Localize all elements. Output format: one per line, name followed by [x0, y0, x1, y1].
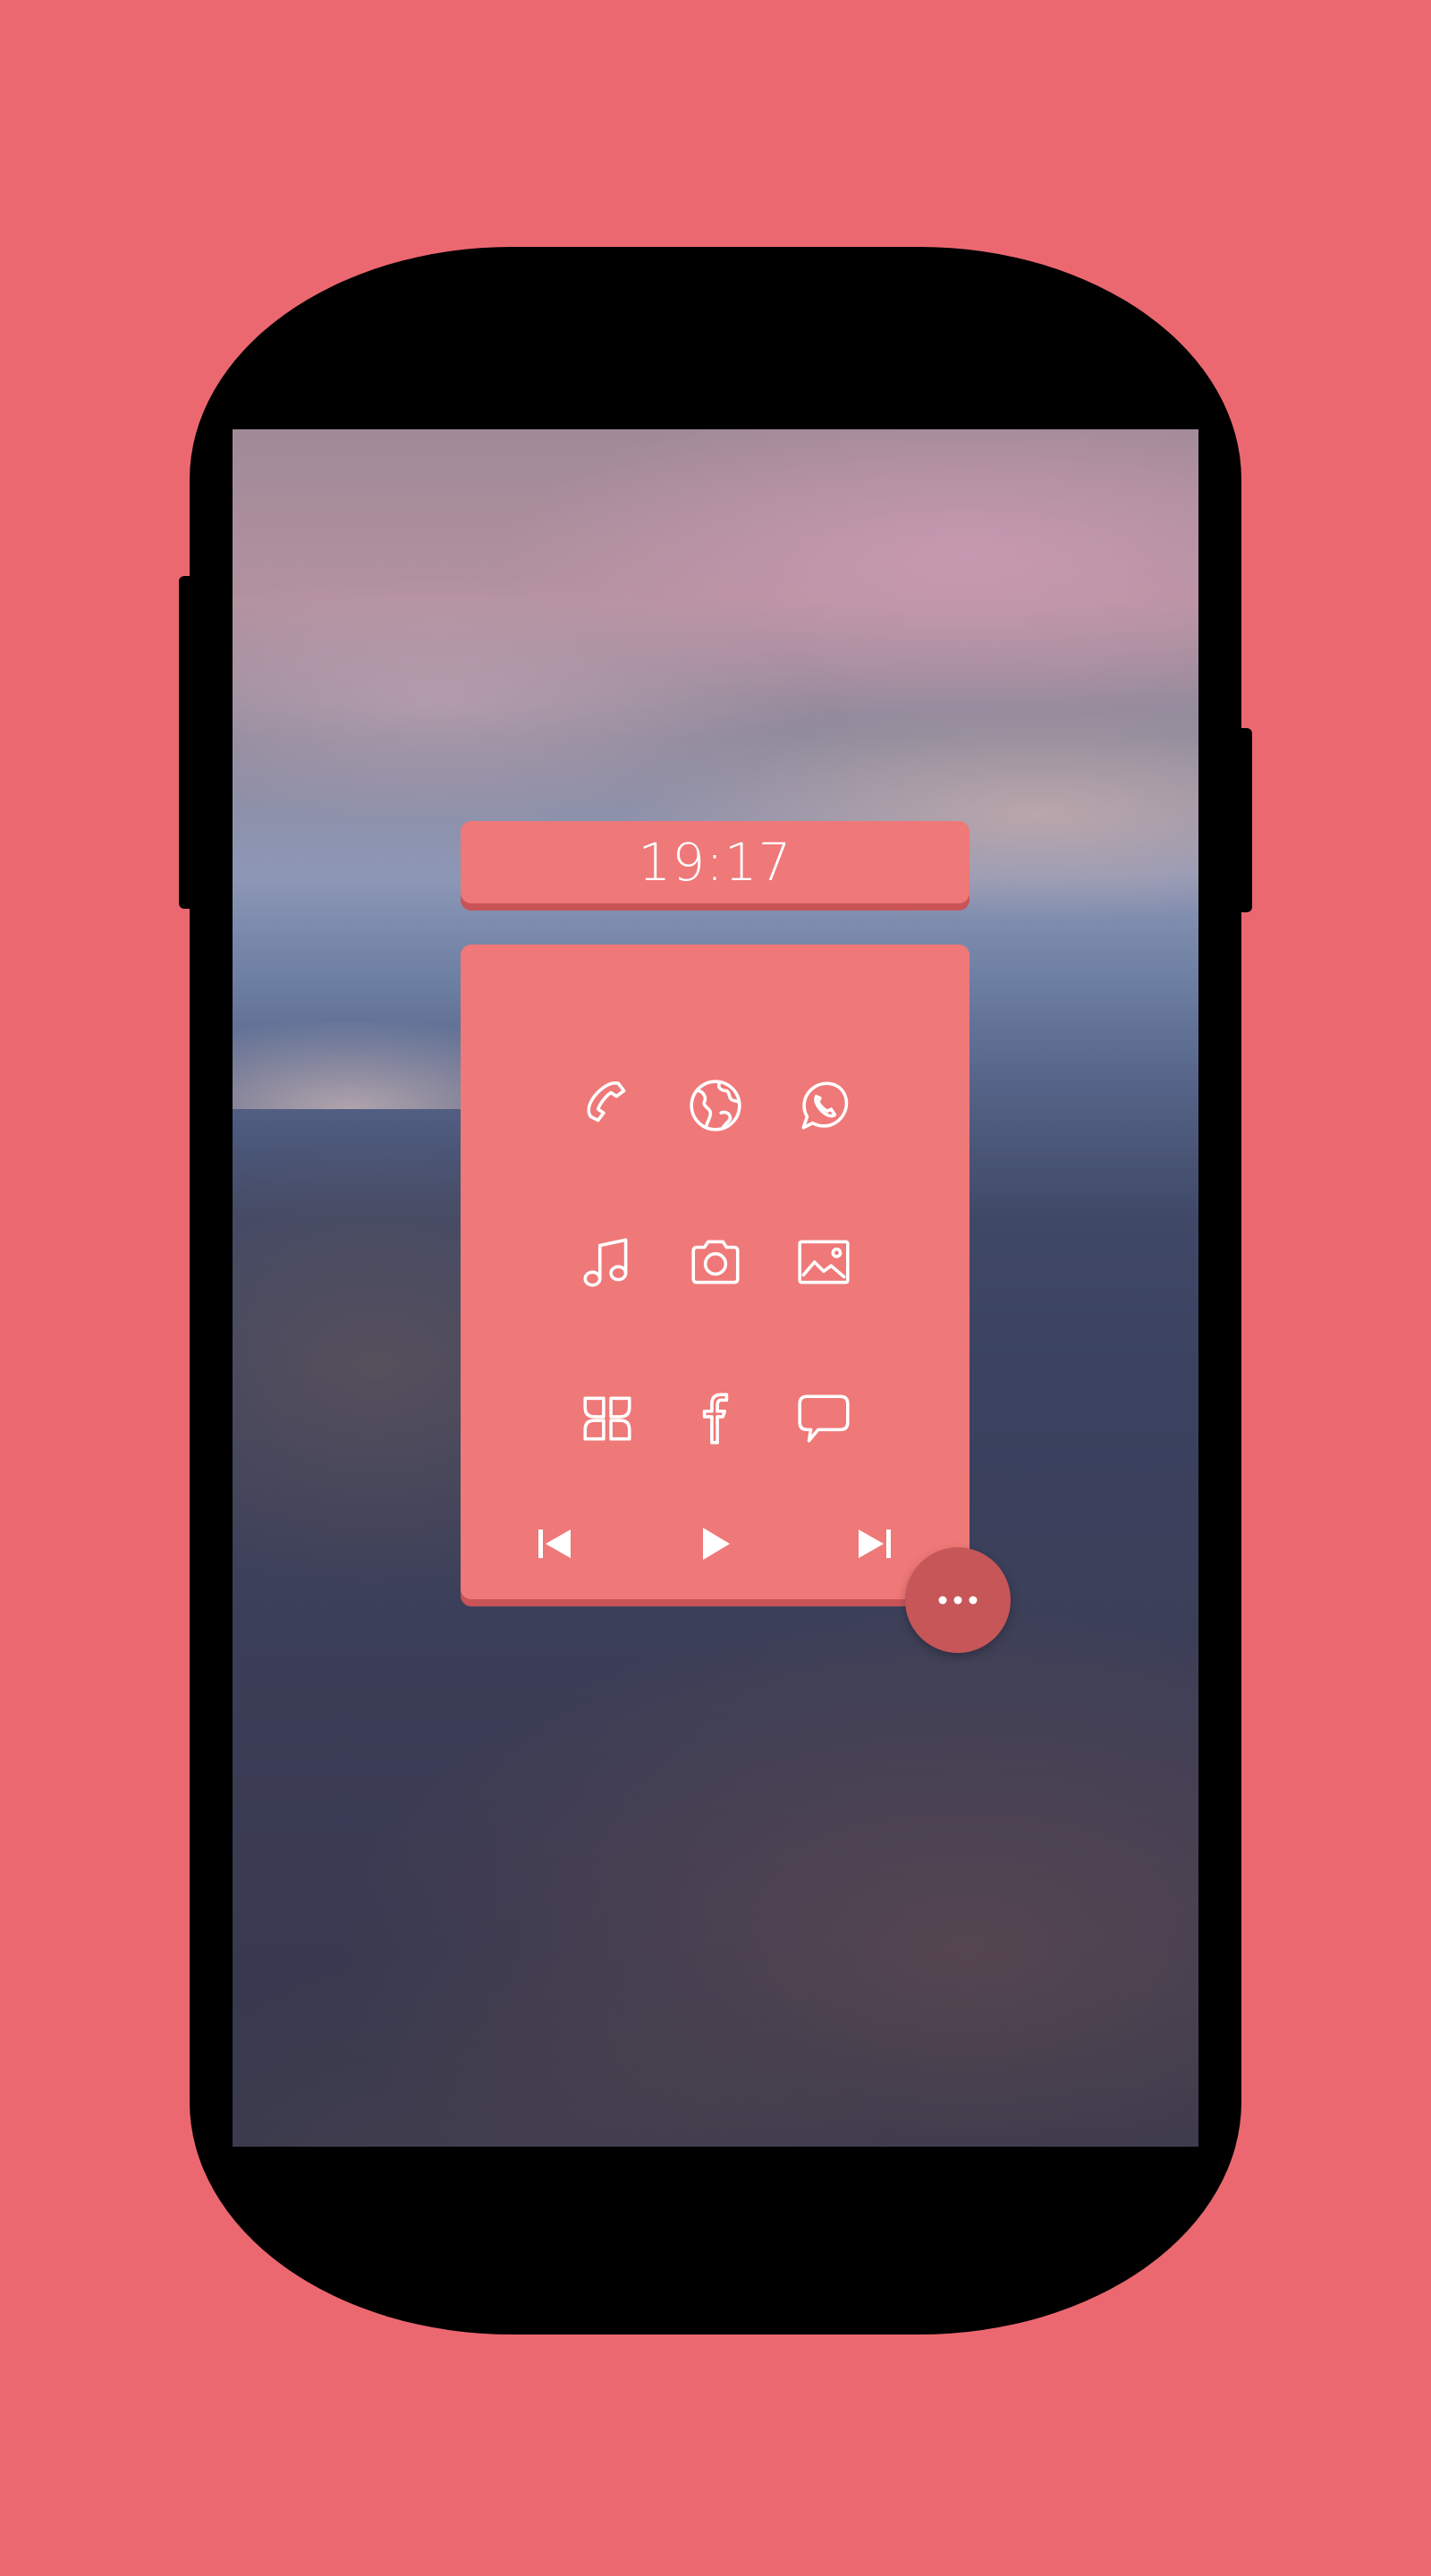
skip-previous-icon: [538, 1530, 571, 1558]
skip-next-icon: [859, 1530, 891, 1558]
facebook-icon: [702, 1393, 729, 1445]
gallery-icon: [798, 1240, 850, 1284]
app-launcher-card: [461, 945, 970, 1599]
app-browser[interactable]: [662, 1052, 769, 1159]
app-music[interactable]: [554, 1208, 661, 1316]
media-play-button[interactable]: [662, 1490, 769, 1597]
app-phone[interactable]: [554, 1052, 661, 1159]
app-facebook[interactable]: [662, 1365, 769, 1472]
music-note-icon: [583, 1238, 628, 1287]
app-gallery[interactable]: [770, 1208, 877, 1316]
clock-widget: 19:17: [461, 821, 970, 903]
app-camera[interactable]: [662, 1208, 769, 1316]
camera-icon: [691, 1240, 740, 1284]
play-icon: [703, 1528, 730, 1560]
globe-icon: [690, 1080, 741, 1131]
media-previous-button[interactable]: [501, 1490, 608, 1597]
app-all-apps[interactable]: [554, 1365, 661, 1472]
more-horizontal-icon: [938, 1596, 978, 1605]
more-options-button[interactable]: [905, 1547, 1011, 1653]
phone-icon: [587, 1081, 626, 1123]
whatsapp-icon: [801, 1081, 849, 1130]
clock-time: 19:17: [638, 832, 792, 893]
app-whatsapp[interactable]: [770, 1052, 877, 1159]
app-grid-icon: [583, 1396, 631, 1441]
chat-bubble-icon: [798, 1394, 850, 1443]
app-messages[interactable]: [770, 1365, 877, 1472]
